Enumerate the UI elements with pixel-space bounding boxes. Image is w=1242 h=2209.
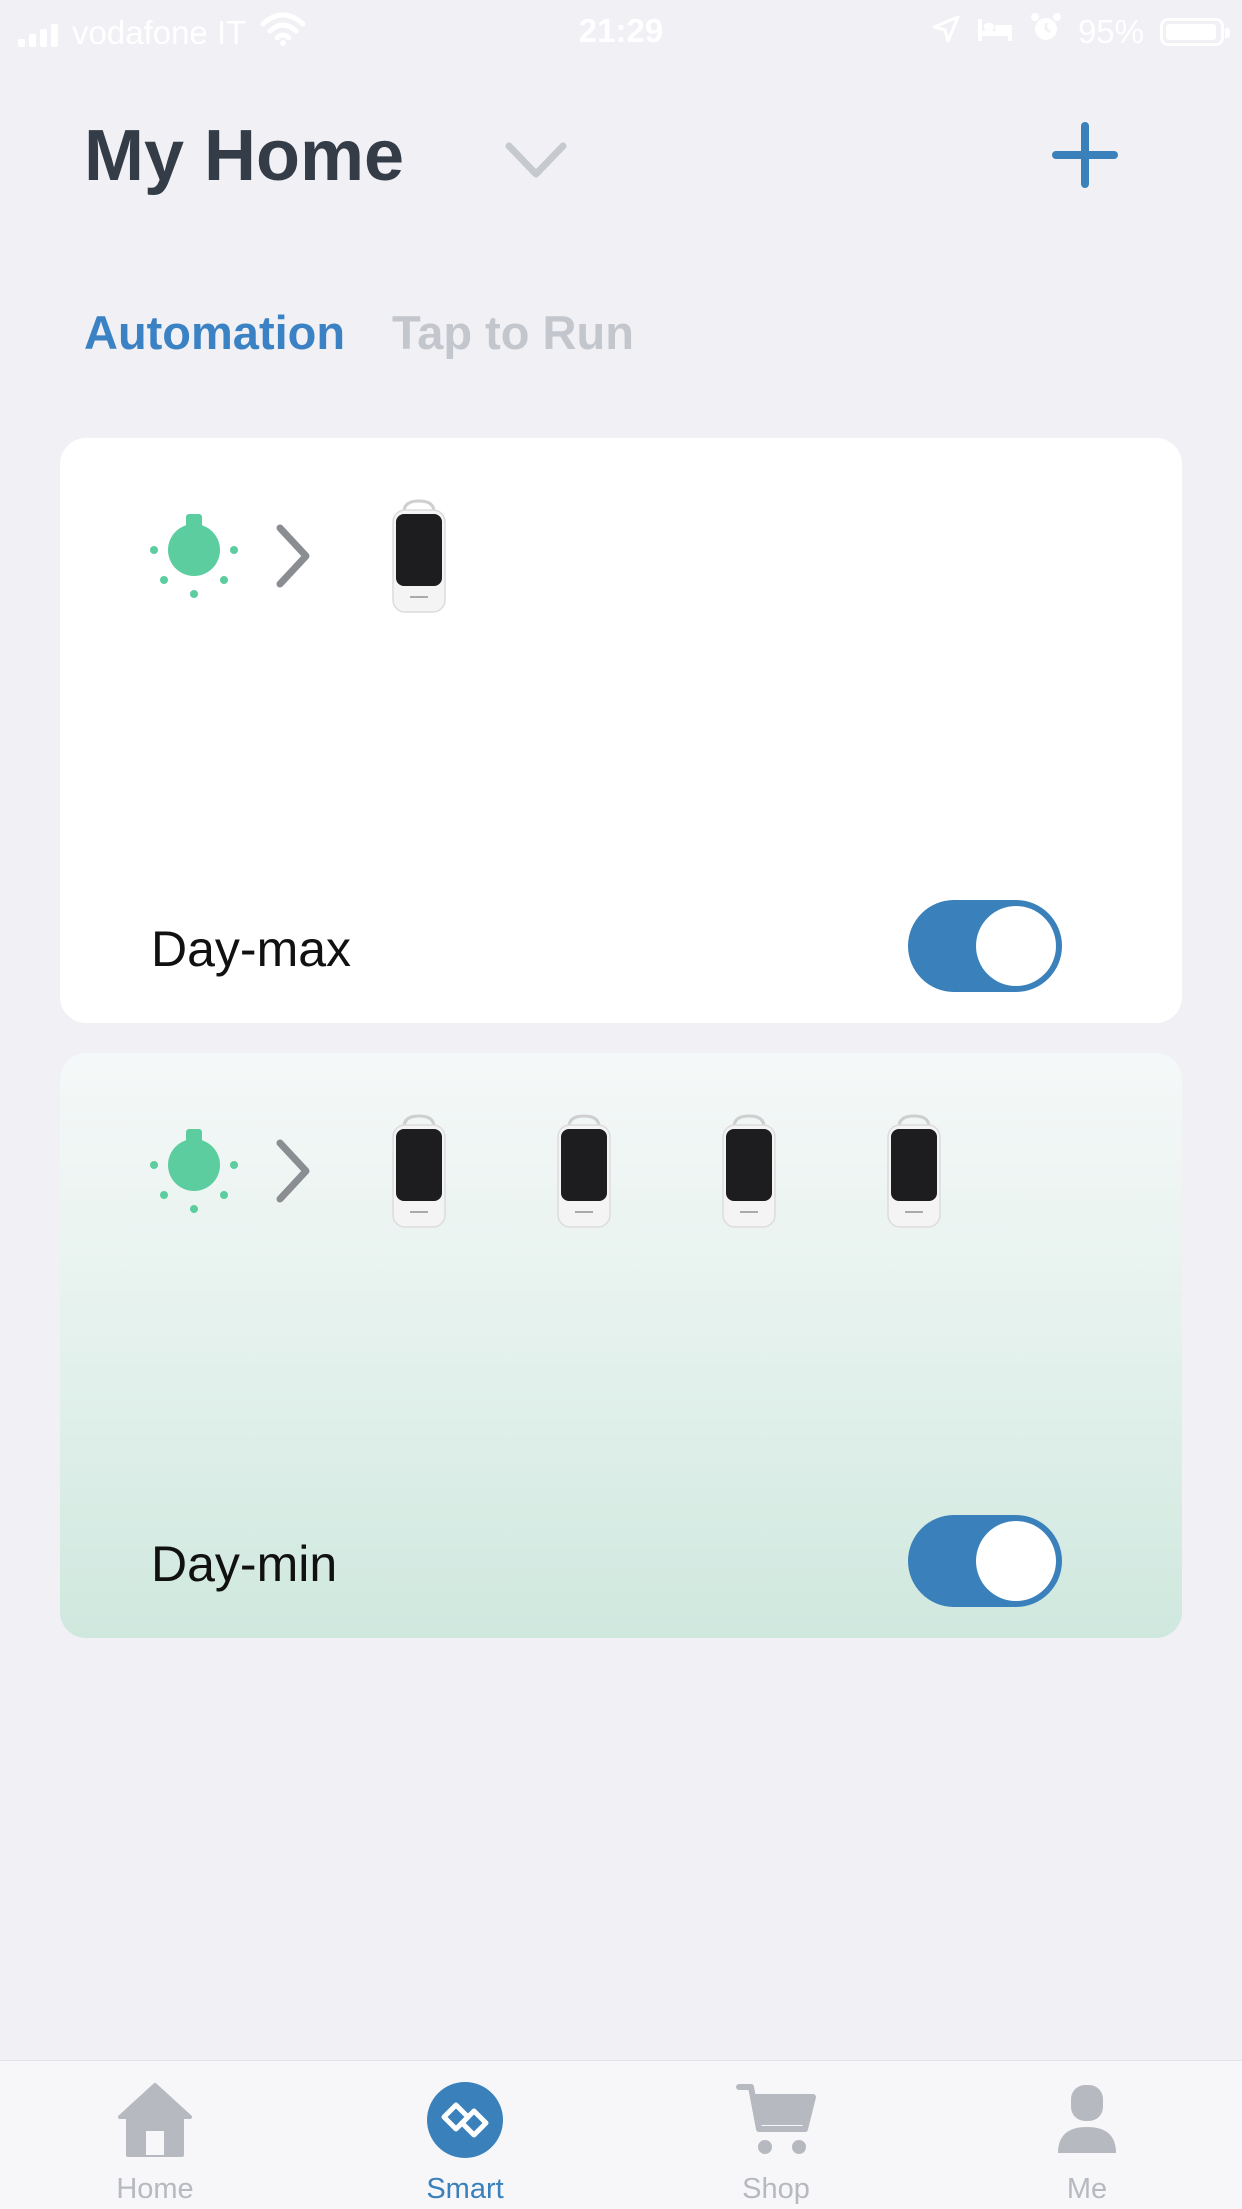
plus-icon — [1052, 122, 1118, 188]
tabbar-label: Me — [1066, 2173, 1108, 2205]
tabbar-label: Home — [116, 2173, 194, 2205]
person-icon — [1058, 2085, 1116, 2153]
status-bar: vodafone IT 21:29 95% — [0, 0, 1242, 62]
device-heater-icon — [392, 499, 446, 613]
tab-automation[interactable]: Automation — [84, 305, 345, 360]
bed-icon — [976, 13, 1014, 51]
tabbar-label: Shop — [742, 2173, 810, 2205]
sun-icon — [150, 1129, 238, 1213]
device-heater-icon — [557, 1114, 611, 1228]
smart-icon — [427, 2082, 503, 2158]
location-icon — [932, 13, 960, 51]
device-heater-icon — [392, 1114, 446, 1228]
battery-icon — [1160, 18, 1230, 46]
battery-percent: 95% — [1077, 13, 1144, 50]
chevron-down-icon[interactable] — [503, 140, 569, 185]
tabbar-shop[interactable]: Shop — [676, 2061, 876, 2209]
automation-toggle[interactable] — [908, 900, 1062, 992]
home-icon — [118, 2083, 192, 2157]
automation-card-day-max[interactable]: Day-max — [60, 438, 1182, 1023]
tabbar-home[interactable]: Home — [55, 2061, 255, 2209]
automation-card-day-min[interactable]: Day-min — [60, 1053, 1182, 1638]
tabbar-label: Smart — [426, 2173, 504, 2205]
toggle-knob — [976, 906, 1056, 986]
sun-icon — [150, 514, 238, 598]
alarm-icon — [1030, 12, 1062, 52]
tabbar-smart[interactable]: Smart — [365, 2061, 565, 2209]
toggle-knob — [976, 1521, 1056, 1601]
device-heater-icon — [722, 1114, 776, 1228]
automation-name: Day-min — [151, 1536, 338, 1592]
tab-tap-to-run[interactable]: Tap to Run — [392, 305, 634, 360]
chevron-right-icon — [276, 524, 310, 588]
automation-name: Day-max — [151, 921, 352, 977]
bottom-tab-bar: Home Smart Shop Me — [0, 2060, 1242, 2209]
cart-icon — [736, 2084, 816, 2154]
status-right: 95% — [932, 12, 1230, 52]
add-button[interactable] — [1048, 118, 1122, 192]
tabbar-me[interactable]: Me — [987, 2061, 1187, 2209]
home-title[interactable]: My Home — [84, 115, 404, 197]
chevron-right-icon — [276, 1139, 310, 1203]
automation-toggle[interactable] — [908, 1515, 1062, 1607]
device-heater-icon — [887, 1114, 941, 1228]
